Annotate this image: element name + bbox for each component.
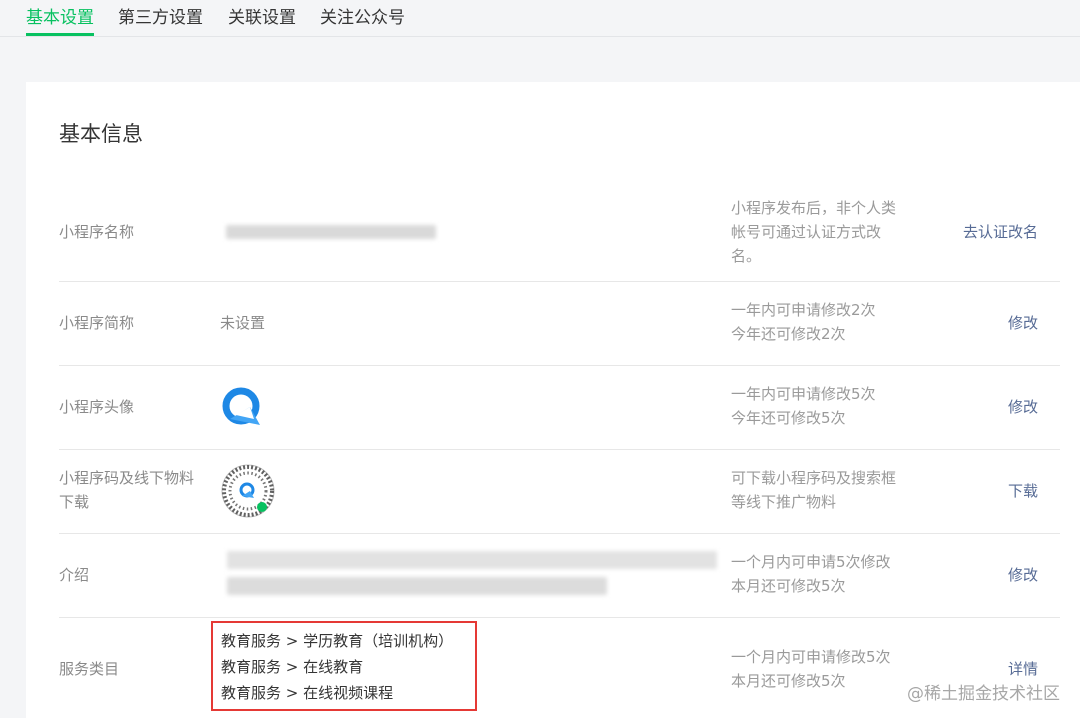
edit-short-name-link[interactable]: 修改 [1008, 311, 1038, 335]
row-avatar: 小程序头像 一年内可申请修改5次 今年还可修改5次 修改 [59, 365, 1060, 450]
row-note: 可下载小程序码及搜索框 等线下推广物料 [731, 466, 911, 514]
row-label: 介绍 [59, 566, 90, 584]
row-note: 一个月内可申请修改5次 本月还可修改5次 [731, 645, 911, 693]
note-line: 一年内可申请修改5次 [731, 385, 876, 403]
verify-rename-link[interactable]: 去认证改名 [963, 220, 1038, 244]
note-line: 一个月内可申请5次修改 [731, 553, 891, 571]
row-label: 小程序名称 [59, 223, 135, 241]
note-line: 今年还可修改2次 [731, 325, 846, 343]
top-tab-bar: 基本设置 第三方设置 关联设置 关注公众号 [0, 0, 1080, 37]
mini-program-code-icon [221, 464, 275, 518]
note-line: 可下载小程序码及搜索框 [731, 469, 897, 487]
row-note: 一年内可申请修改5次 今年还可修改5次 [731, 382, 911, 430]
redacted-name-value [220, 220, 440, 244]
row-short-name: 小程序简称 未设置 一年内可申请修改2次 今年还可修改2次 修改 [59, 281, 1060, 366]
row-mini-program-name: 小程序名称 小程序发布后，非个人类 帐号可通过认证方式改 名。 去认证改名 [59, 184, 1060, 282]
watermark: @稀土掘金技术社区 [907, 684, 1060, 704]
note-line: 本月还可修改5次 [731, 672, 846, 690]
note-line: 本月还可修改5次 [731, 577, 846, 595]
row-qrcode-materials: 小程序码及线下物料 下载 可下载小程序码及搜索框 等线下推广物料 下载 [59, 449, 1060, 534]
tab-third-party-settings[interactable]: 第三方设置 [118, 6, 203, 36]
blurred-text [227, 551, 717, 569]
short-name-value: 未设置 [220, 314, 266, 332]
note-line: 等线下推广物料 [731, 493, 837, 511]
row-label: 小程序简称 [59, 314, 135, 332]
tab-follow-official-account[interactable]: 关注公众号 [320, 6, 405, 36]
tab-linked-settings[interactable]: 关联设置 [228, 6, 296, 36]
row-note: 小程序发布后，非个人类 帐号可通过认证方式改 名。 [731, 196, 911, 268]
category-details-link[interactable]: 详情 [1008, 657, 1038, 681]
category-item: 教育服务 > 在线教育 [221, 658, 364, 676]
row-note: 一个月内可申请5次修改 本月还可修改5次 [731, 550, 911, 598]
avatar [220, 385, 266, 431]
basic-info-card: 基本信息 小程序名称 小程序发布后，非个人类 帐号可通过认证方式改 名。 去认证… [26, 82, 1080, 718]
edit-introduction-link[interactable]: 修改 [1008, 563, 1038, 587]
row-note: 一年内可申请修改2次 今年还可修改2次 [731, 298, 911, 346]
label-line: 小程序码及线下物料 [59, 469, 195, 487]
mini-program-code [220, 463, 276, 519]
row-label: 小程序码及线下物料 下载 [59, 466, 209, 514]
note-line: 帐号可通过认证方式改 [731, 223, 882, 241]
redacted-intro-value [209, 545, 729, 605]
section-title: 基本信息 [59, 122, 143, 146]
tab-basic-settings[interactable]: 基本设置 [26, 6, 94, 36]
blurred-text [227, 577, 607, 595]
category-item: 教育服务 > 学历教育（培训机构） [221, 632, 454, 650]
row-introduction: 介绍 一个月内可申请5次修改 本月还可修改5次 修改 [59, 533, 1060, 618]
note-line: 一年内可申请修改2次 [731, 301, 876, 319]
row-label: 小程序头像 [59, 398, 135, 416]
note-line: 小程序发布后，非个人类 [731, 199, 897, 217]
label-line: 下载 [59, 493, 90, 511]
row-label: 服务类目 [59, 660, 120, 678]
note-line: 一个月内可申请修改5次 [731, 648, 891, 666]
edit-avatar-link[interactable]: 修改 [1008, 395, 1038, 419]
blurred-text [226, 225, 436, 239]
note-line: 名。 [731, 247, 762, 265]
note-line: 今年还可修改5次 [731, 409, 846, 427]
download-materials-link[interactable]: 下载 [1008, 479, 1038, 503]
q-logo-icon [222, 387, 260, 425]
highlighted-category-list: 教育服务 > 学历教育（培训机构） 教育服务 > 在线教育 教育服务 > 在线视… [211, 621, 477, 711]
category-item: 教育服务 > 在线视频课程 [221, 684, 394, 702]
